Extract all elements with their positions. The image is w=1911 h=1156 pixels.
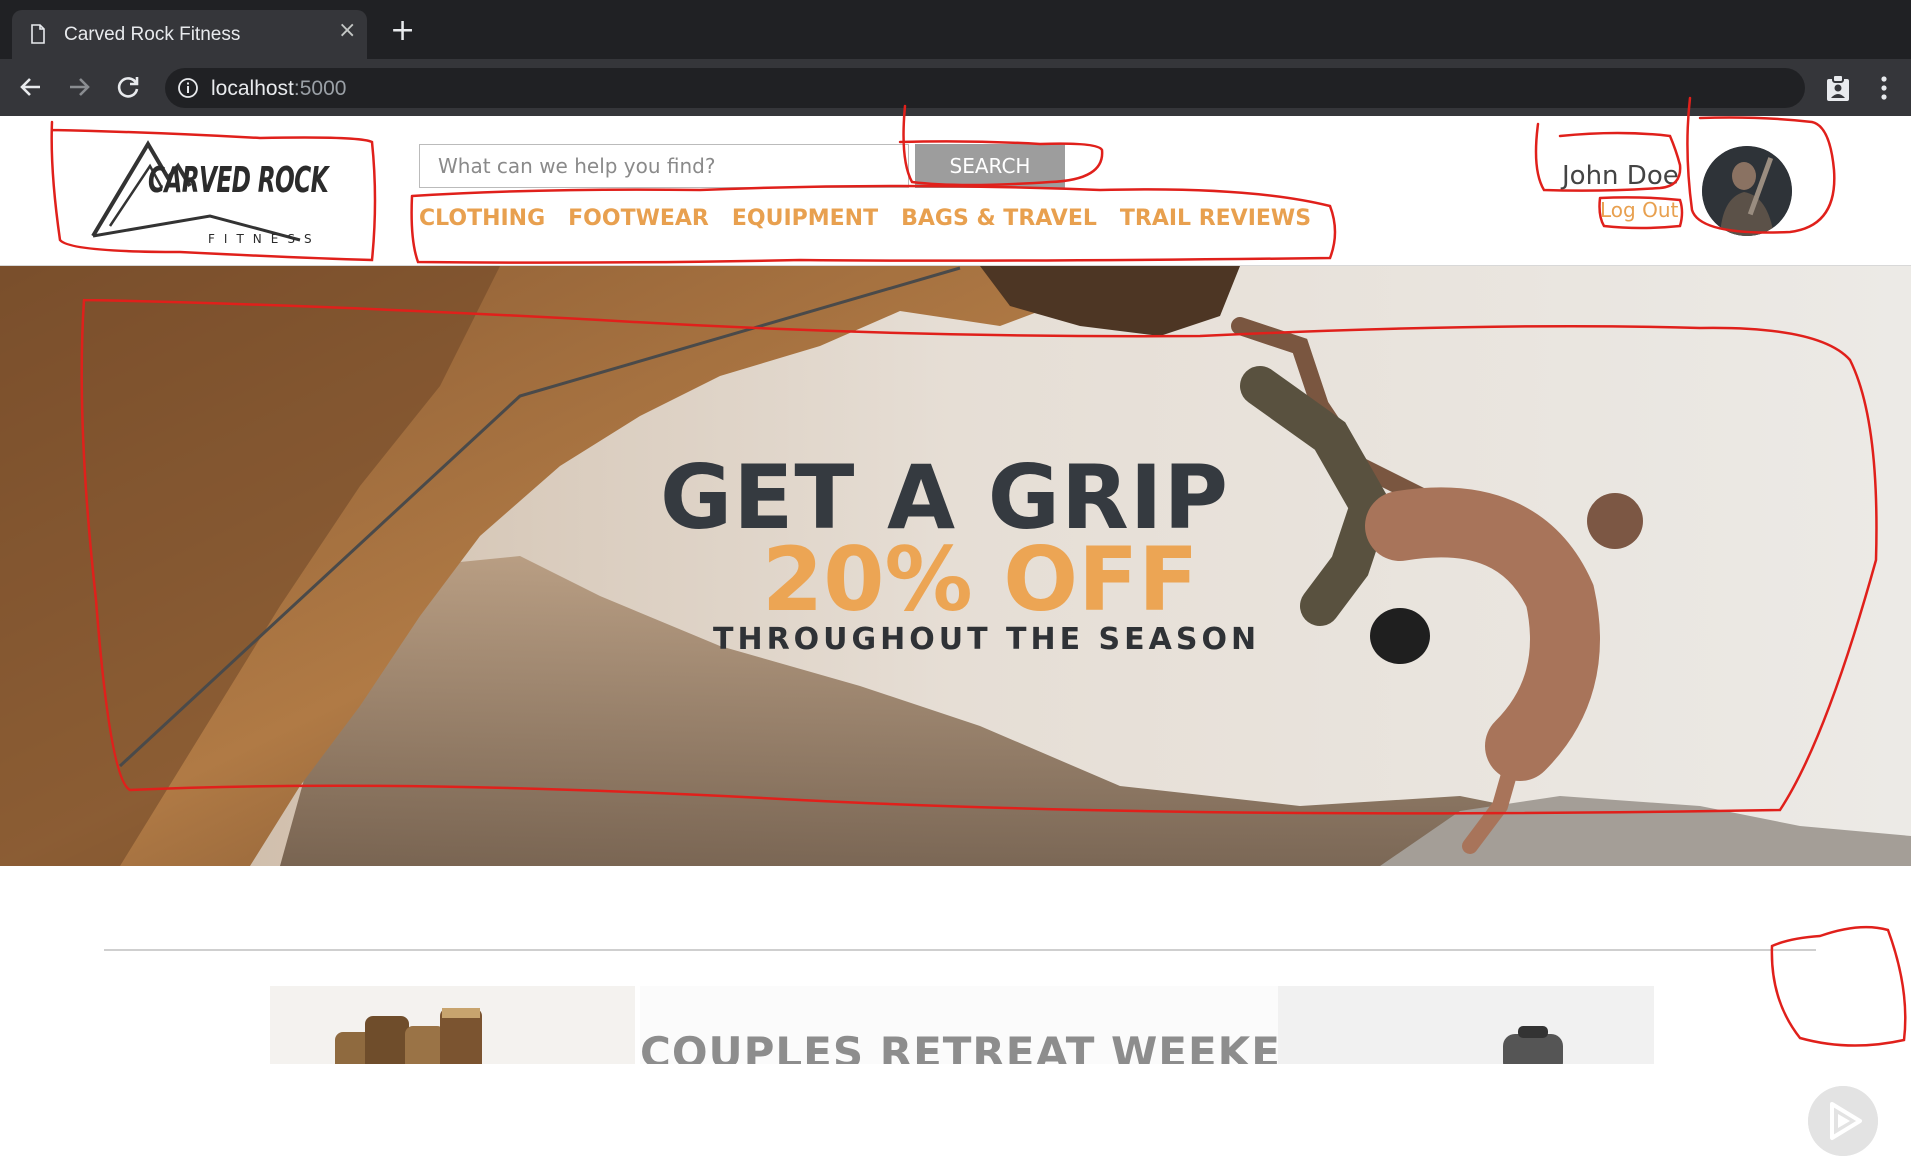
main-nav: CLOTHING FOOTWEAR EQUIPMENT BAGS & TRAVE… [419, 206, 1311, 246]
menu-dots-icon[interactable] [1880, 75, 1888, 101]
logout-link[interactable]: Log Out [1600, 198, 1678, 222]
user-name: John Doe [1562, 161, 1679, 191]
nav-bags-travel[interactable]: BAGS & TRAVEL [901, 206, 1097, 246]
info-icon[interactable] [177, 77, 199, 99]
url-port: :5000 [293, 77, 347, 100]
section-divider [104, 949, 1816, 951]
page-icon [31, 24, 45, 44]
close-tab-icon[interactable]: × [338, 20, 356, 42]
web-page: CARVED ROCK FITNESS SEARCH CLOTHING FOOT… [0, 116, 1911, 1156]
nav-equipment[interactable]: EQUIPMENT [732, 206, 878, 246]
url-host: localhost [211, 77, 294, 100]
backpack-image [1503, 1026, 1563, 1064]
search-button[interactable]: SEARCH [915, 144, 1065, 188]
nav-trail-reviews[interactable]: TRAIL REVIEWS [1120, 206, 1311, 246]
hero-discount: 20% OFF [762, 528, 1199, 631]
promo-retreat-card[interactable]: COUPLES RETREAT WEEKEND [640, 986, 1280, 1064]
back-arrow-icon[interactable] [16, 72, 46, 102]
hero-banner[interactable]: GET A GRIP 20% OFF THROUGHOUT THE SEASON [0, 266, 1911, 866]
extension-icon[interactable] [1825, 74, 1851, 102]
browser-toolbar: localhost:5000 [0, 59, 1911, 116]
reload-icon[interactable] [113, 72, 143, 102]
new-tab-button[interactable]: + [390, 16, 415, 46]
tab-title: Carved Rock Fitness [64, 24, 241, 45]
nav-clothing[interactable]: CLOTHING [419, 206, 545, 246]
hero-subtitle: THROUGHOUT THE SEASON [713, 622, 1261, 657]
browser-tab[interactable]: Carved Rock Fitness × [12, 10, 367, 59]
logo-subtext: FITNESS [208, 232, 321, 246]
url-text: localhost:5000 [211, 77, 346, 101]
forward-arrow-icon[interactable] [64, 72, 94, 102]
avatar[interactable] [1702, 146, 1792, 236]
promo-backpack-card[interactable] [1278, 986, 1654, 1064]
browser-tab-strip: Carved Rock Fitness × + [0, 0, 1911, 59]
promo-gloves-card[interactable] [270, 986, 635, 1064]
promo-retreat-title: COUPLES RETREAT WEEKEND [640, 1028, 1280, 1064]
search-input[interactable] [419, 144, 909, 188]
address-bar[interactable]: localhost:5000 [165, 68, 1805, 108]
logo-wordmark: CARVED ROCK [148, 160, 331, 201]
nav-footwear[interactable]: FOOTWEAR [568, 206, 709, 246]
carved-rock-logo[interactable]: CARVED ROCK FITNESS [90, 136, 340, 246]
play-icon[interactable] [1808, 1086, 1878, 1156]
gloves-image [335, 1008, 482, 1064]
